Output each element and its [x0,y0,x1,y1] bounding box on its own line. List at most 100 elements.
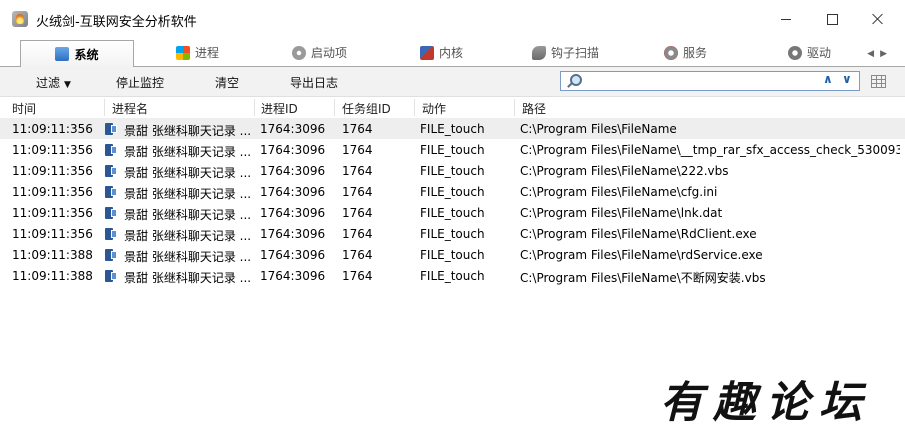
table-row[interactable]: 11:09:11:356 景甜 张继科聊天记录 ... 1764:3096 17… [0,223,905,244]
table-header: 时间 进程名 进程ID 任务组ID 动作 路径 [0,97,905,119]
cell-process: 景甜 张继科聊天记录 ... [124,145,252,159]
cell-path: C:\Program Files\FileName\cfg.ini [520,185,718,199]
clear-button[interactable]: 清空 [215,74,239,91]
filter-label: 过滤 [36,76,61,90]
maximize-button[interactable] [809,4,855,34]
cell-tgid: 1764 [342,206,373,220]
process-icon [105,123,118,135]
cell-pid: 1764:3096 [260,206,326,220]
tab-scroll-arrows[interactable]: ◀▶ [867,49,893,59]
search-input[interactable] [585,73,819,91]
watermark-text: 有趣论坛 [660,378,872,428]
header-task-group-id[interactable]: 任务组ID [342,100,391,117]
disc-icon [292,45,306,60]
column-divider[interactable] [414,99,415,116]
cell-action: FILE_touch [420,248,485,262]
event-table: 11:09:11:356 景甜 张继科聊天记录 ... 1764:3096 17… [0,118,905,286]
minimize-button[interactable] [763,4,809,34]
table-row[interactable]: 11:09:11:356 景甜 张继科聊天记录 ... 1764:3096 17… [0,160,905,181]
tab-process[interactable]: 进程 [176,40,219,65]
tab-kernel[interactable]: 内核 [420,40,463,65]
cell-tgid: 1764 [342,269,373,283]
header-time[interactable]: 时间 [12,100,36,117]
tab-label: 进程 [195,46,220,60]
column-divider[interactable] [254,99,255,116]
table-row[interactable]: 11:09:11:356 景甜 张继科聊天记录 ... 1764:3096 17… [0,139,905,160]
cell-path: C:\Program Files\FileName\rdService.exe [520,248,763,262]
tab-label: 系统 [74,47,99,62]
cell-tgid: 1764 [342,122,373,136]
cell-time: 11:09:11:388 [12,248,93,262]
windows-flag-icon [176,45,190,60]
cell-process: 景甜 张继科聊天记录 ... [124,187,252,201]
column-divider[interactable] [104,99,105,116]
chevron-right-icon[interactable]: ▶ [880,49,893,59]
filter-button[interactable]: 过滤 ▼ [36,74,71,91]
cell-action: FILE_touch [420,269,485,283]
gears-icon [664,45,678,60]
cell-path: C:\Program Files\FileName [520,122,677,136]
export-log-button[interactable]: 导出日志 [290,74,338,91]
table-row[interactable]: 11:09:11:356 景甜 张继科聊天记录 ... 1764:3096 17… [0,202,905,223]
header-process-id[interactable]: 进程ID [261,100,298,117]
process-icon [105,207,118,219]
cell-pid: 1764:3096 [260,164,326,178]
tab-startup[interactable]: 启动项 [292,40,347,65]
search-prev-button[interactable]: ∧ [823,72,833,86]
cell-tgid: 1764 [342,227,373,241]
cell-pid: 1764:3096 [260,185,326,199]
cell-process: 景甜 张继科聊天记录 ... [124,229,252,243]
tab-hook-scan[interactable]: 钩子扫描 [532,40,599,65]
cell-time: 11:09:11:356 [12,227,93,241]
column-settings-icon[interactable] [871,75,886,88]
cell-tgid: 1764 [342,185,373,199]
search-box[interactable]: ∧ ∨ [560,71,860,91]
search-next-button[interactable]: ∨ [842,72,852,86]
cell-process: 景甜 张继科聊天记录 ... [124,250,252,264]
tab-label: 驱动 [807,46,832,60]
cell-action: FILE_touch [420,227,485,241]
table-row[interactable]: 11:09:11:356 景甜 张继科聊天记录 ... 1764:3096 17… [0,181,905,202]
caret-down-icon: ▼ [64,80,71,90]
close-button[interactable] [855,4,901,34]
cell-action: FILE_touch [420,164,485,178]
chevron-left-icon[interactable]: ◀ [867,49,880,59]
cell-action: FILE_touch [420,122,485,136]
cell-process: 景甜 张继科聊天记录 ... [124,124,252,138]
cell-tgid: 1764 [342,143,373,157]
header-path[interactable]: 路径 [522,100,546,117]
search-icon [565,73,582,89]
table-row[interactable]: 11:09:11:356 景甜 张继科聊天记录 ... 1764:3096 17… [0,118,905,139]
process-icon [105,144,118,156]
cell-pid: 1764:3096 [260,143,326,157]
tab-label: 钩子扫描 [551,46,600,60]
wrench-icon [420,45,434,60]
cell-tgid: 1764 [342,164,373,178]
process-icon [105,270,118,282]
header-action[interactable]: 动作 [422,100,446,117]
table-row[interactable]: 11:09:11:388 景甜 张继科聊天记录 ... 1764:3096 17… [0,244,905,265]
cell-pid: 1764:3096 [260,248,326,262]
cell-path: C:\Program Files\FileName\RdClient.exe [520,227,757,241]
stop-monitor-button[interactable]: 停止监控 [116,74,164,91]
tab-services[interactable]: 服务 [664,40,707,65]
cell-tgid: 1764 [342,248,373,262]
cell-time: 11:09:11:388 [12,269,93,283]
tab-system[interactable]: 系统 [20,40,134,68]
title-bar: 火绒剑-互联网安全分析软件 [0,0,905,36]
cell-process: 景甜 张继科聊天记录 ... [124,166,252,180]
cell-time: 11:09:11:356 [12,122,93,136]
tab-drivers[interactable]: 驱动 [788,40,831,65]
table-row[interactable]: 11:09:11:388 景甜 张继科聊天记录 ... 1764:3096 17… [0,265,905,286]
column-divider[interactable] [514,99,515,116]
column-divider[interactable] [334,99,335,116]
cell-action: FILE_touch [420,143,485,157]
header-process-name[interactable]: 进程名 [112,100,148,117]
hook-icon [532,45,546,60]
maximize-icon [826,13,838,25]
cell-pid: 1764:3096 [260,269,326,283]
process-icon [105,186,118,198]
flame-app-icon [12,11,28,27]
process-icon [105,249,118,261]
cell-time: 11:09:11:356 [12,185,93,199]
